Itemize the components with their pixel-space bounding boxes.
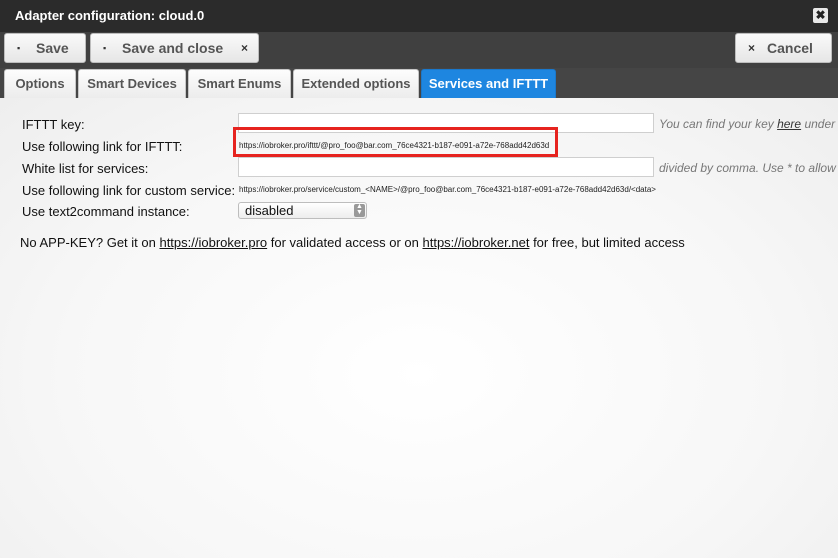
text2command-value: disabled (245, 203, 294, 218)
note-text-3: for free, but limited access (529, 235, 685, 250)
window-title: Adapter configuration: cloud.0 (15, 8, 205, 23)
chevron-updown-icon: ▲ ▼ (354, 203, 365, 217)
ifttt-key-hint: You can find your key here under 'Do (659, 117, 838, 131)
custom-link-label: Use following link for custom service: (22, 183, 236, 198)
highlight-box (233, 127, 558, 157)
custom-link-value: https://iobroker.pro/service/custom_<NAM… (239, 185, 656, 194)
ifttt-link-label: Use following link for IFTTT: (22, 139, 183, 154)
close-icon[interactable]: ✖ (813, 8, 828, 23)
tab-extended-options[interactable]: Extended options (293, 69, 419, 98)
cancel-button-label: Cancel (767, 40, 813, 56)
app-key-note: No APP-KEY? Get it on https://iobroker.p… (20, 235, 685, 250)
ifttt-key-hint-suffix: under 'Do (804, 117, 838, 131)
whitelist-input[interactable] (238, 157, 654, 177)
note-text-1: No APP-KEY? Get it on (20, 235, 160, 250)
window-titlebar: Adapter configuration: cloud.0 ✖ (0, 0, 838, 33)
ifttt-key-here-link[interactable]: here (777, 117, 801, 131)
save-icon: ▪ (17, 43, 21, 53)
iobroker-pro-link[interactable]: https://iobroker.pro (159, 235, 267, 250)
whitelist-label: White list for services: (22, 161, 149, 176)
tab-options[interactable]: Options (4, 69, 76, 98)
save-and-close-label: Save and close (122, 40, 224, 56)
tab-smart-devices[interactable]: Smart Devices (78, 69, 186, 98)
whitelist-hint: divided by comma. Use * to allow all . (659, 161, 838, 175)
text2command-label: Use text2command instance: (22, 204, 190, 219)
toolbar: ▪ Save ▪ Save and close × × Cancel (0, 32, 838, 68)
ifttt-key-hint-prefix: You can find your key (659, 117, 778, 131)
close-icon: × (241, 41, 249, 55)
tab-bar: Options Smart Devices Smart Enums Extend… (0, 68, 838, 98)
iobroker-net-link[interactable]: https://iobroker.net (423, 235, 530, 250)
save-button[interactable]: ▪ Save (4, 33, 86, 63)
tab-smart-enums[interactable]: Smart Enums (188, 69, 291, 98)
tab-services-and-ifttt[interactable]: Services and IFTTT (421, 69, 556, 98)
save-and-close-button[interactable]: ▪ Save and close × (90, 33, 259, 63)
save-button-label: Save (36, 40, 69, 56)
ifttt-key-label: IFTTT key: (22, 117, 85, 132)
cancel-icon: × (748, 41, 756, 55)
cancel-button[interactable]: × Cancel (735, 33, 832, 63)
save-icon: ▪ (103, 43, 107, 53)
text2command-select[interactable]: disabled ▲ ▼ (238, 202, 367, 219)
note-text-2: for validated access or on (267, 235, 423, 250)
